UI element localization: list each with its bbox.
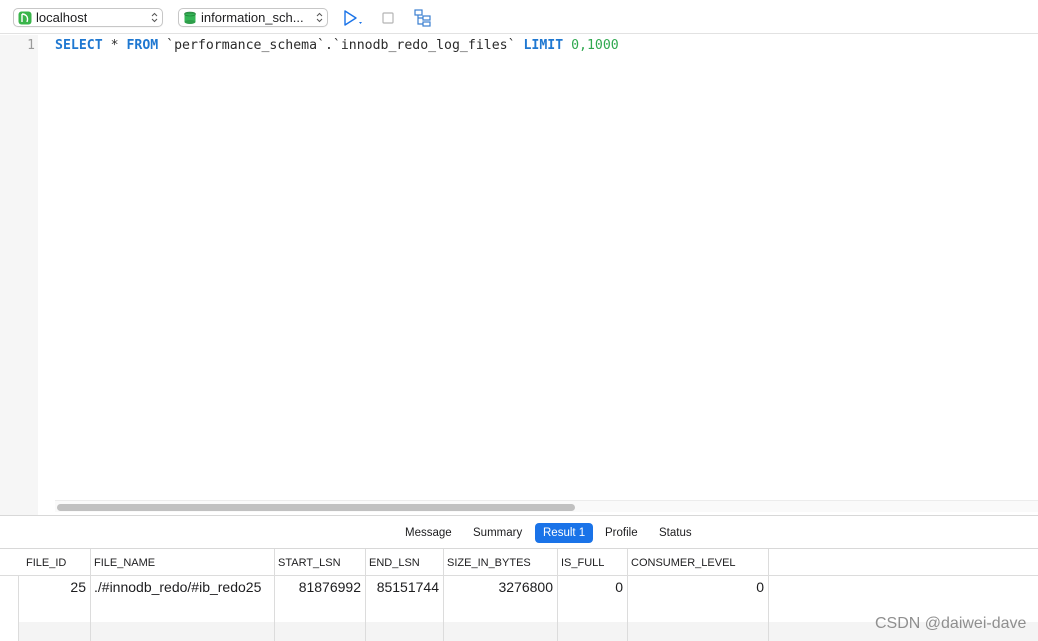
grid-header: FILE_ID FILE_NAME START_LSN END_LSN SIZE…: [0, 549, 1038, 576]
column-header[interactable]: FILE_NAME: [90, 549, 275, 576]
sql-keyword-select: SELECT: [55, 38, 103, 53]
column-divider: [90, 576, 91, 641]
column-header[interactable]: SIZE_IN_BYTES: [443, 549, 558, 576]
sql-table-name: `performance_schema`.`innodb_redo_log_fi…: [158, 38, 524, 53]
database-label: information_sch...: [201, 10, 304, 25]
sql-star: *: [102, 38, 127, 53]
horizontal-scrollbar[interactable]: [55, 500, 1038, 512]
column-header[interactable]: END_LSN: [365, 549, 444, 576]
column-divider: [443, 576, 444, 641]
result-grid[interactable]: FILE_ID FILE_NAME START_LSN END_LSN SIZE…: [0, 549, 1038, 641]
cell-end-lsn[interactable]: 85151744: [365, 576, 444, 599]
line-number: 1: [27, 38, 35, 53]
column-header[interactable]: CONSUMER_LEVEL: [627, 549, 769, 576]
column-header[interactable]: FILE_ID: [22, 549, 91, 576]
tab-summary[interactable]: Summary: [465, 523, 530, 543]
watermark: CSDN @daiwei-dave: [875, 615, 1027, 632]
sql-keyword-from: FROM: [126, 38, 159, 53]
run-icon[interactable]: [342, 8, 366, 28]
cell-is-full[interactable]: 0: [557, 576, 628, 599]
column-header[interactable]: START_LSN: [274, 549, 366, 576]
column-divider: [274, 576, 275, 641]
connection-label: localhost: [36, 10, 88, 25]
database-icon: [184, 11, 196, 24]
column-divider: [627, 576, 628, 641]
sql-editor[interactable]: 1 SELECT * FROM `performance_schema`.`in…: [0, 35, 1038, 515]
sql-limit-values: 0,1000: [563, 38, 619, 53]
scrollbar-thumb[interactable]: [57, 504, 575, 511]
column-divider: [557, 576, 558, 641]
sql-keyword-limit: LIMIT: [523, 38, 564, 53]
sql-code-line[interactable]: SELECT * FROM `performance_schema`.`inno…: [55, 38, 619, 53]
stop-icon[interactable]: [380, 8, 396, 28]
connection-select[interactable]: localhost: [13, 8, 163, 27]
line-gutter: 1: [0, 35, 38, 515]
database-select[interactable]: information_sch...: [178, 8, 328, 27]
elephant-icon: [18, 11, 32, 25]
cell-consumer-level[interactable]: 0: [627, 576, 769, 599]
tab-status[interactable]: Status: [651, 523, 700, 543]
chevron-updown-icon: [151, 12, 158, 23]
table-row[interactable]: 25 ./#innodb_redo/#ib_redo25 81876992 85…: [0, 576, 1038, 599]
tab-result-1[interactable]: Result 1: [535, 523, 594, 543]
toolbar: localhost information_sch...: [0, 0, 1038, 34]
chevron-updown-icon: [316, 12, 323, 23]
explain-icon[interactable]: [413, 8, 433, 28]
row-gutter-divider: [18, 576, 19, 641]
column-divider: [365, 576, 366, 641]
cell-file-name[interactable]: ./#innodb_redo/#ib_redo25: [90, 576, 275, 599]
result-tabs: Message Summary Result 1 Profile Status: [0, 515, 1038, 549]
column-header[interactable]: IS_FULL: [557, 549, 628, 576]
column-divider: [768, 576, 769, 641]
cell-start-lsn[interactable]: 81876992: [274, 576, 366, 599]
tab-message[interactable]: Message: [397, 523, 460, 543]
cell-size-in-bytes[interactable]: 3276800: [443, 576, 558, 599]
cell-file-id[interactable]: 25: [22, 576, 91, 599]
tab-profile[interactable]: Profile: [597, 523, 646, 543]
